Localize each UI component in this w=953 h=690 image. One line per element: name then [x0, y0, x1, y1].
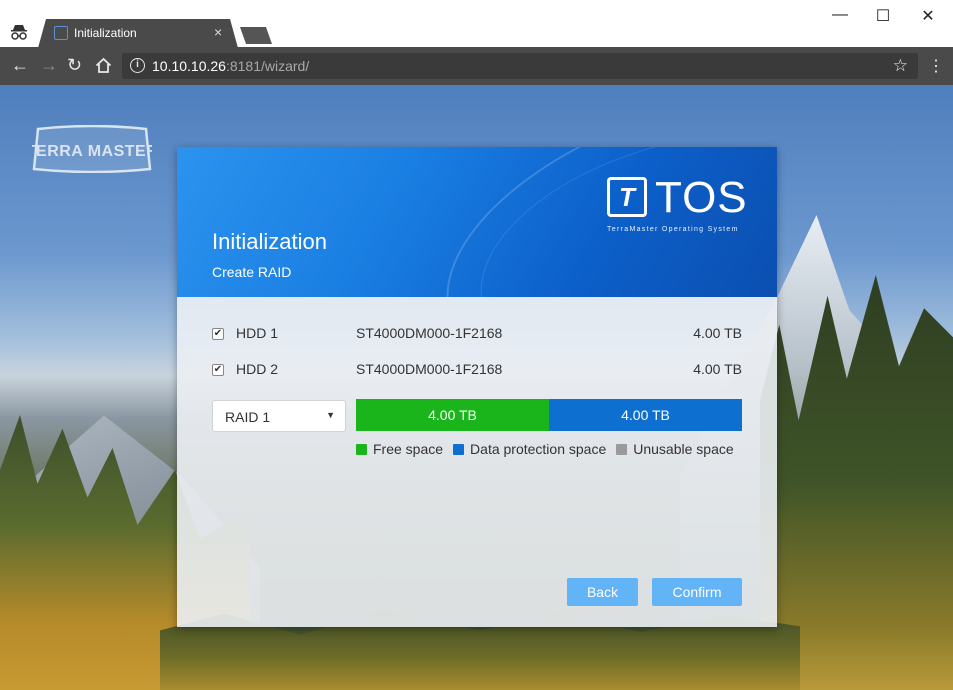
site-info-icon[interactable]: i: [130, 58, 145, 73]
reload-icon[interactable]: ↻: [67, 56, 82, 74]
legend-label-protection: Data protection space: [470, 441, 607, 457]
initialization-dialog: T TOS TerraMaster Operating System Initi…: [177, 147, 777, 627]
forward-arrow-icon[interactable]: →: [40, 56, 58, 74]
disk-checkbox-hdd1[interactable]: ✔: [212, 328, 224, 340]
minimize-button[interactable]: —: [817, 6, 863, 24]
url-text: 10.10.10.26:8181/wizard/: [152, 58, 309, 74]
disk-model: ST4000DM000-1F2168: [356, 361, 503, 377]
new-tab-button[interactable]: [240, 27, 272, 44]
address-bar[interactable]: i 10.10.10.26:8181/wizard/ ☆: [122, 53, 918, 79]
capacity-segment-free: 4.00 TB: [356, 399, 549, 431]
legend-label-unusable: Unusable space: [633, 441, 734, 457]
tos-logo-letter: T: [619, 182, 635, 212]
legend-item-protection: Data protection space: [453, 440, 606, 458]
browser-toolbar: ← → ↻ i 10.10.10.26:8181/wizard/ ☆ ⋮: [0, 47, 953, 85]
tos-logo-icon: T: [607, 177, 647, 217]
close-window-button[interactable]: ✕: [905, 6, 951, 26]
disk-row-hdd1: ✔ HDD 1 ST4000DM000-1F2168 4.00 TB: [212, 325, 742, 345]
dialog-title: Initialization: [212, 229, 327, 254]
browser-tab-initialization[interactable]: Initialization ×: [38, 19, 238, 48]
bookmark-star-icon[interactable]: ☆: [893, 56, 908, 76]
raid-level-value: RAID 1: [225, 409, 271, 425]
legend-swatch-unusable: [616, 443, 628, 455]
back-button[interactable]: Back: [567, 578, 638, 606]
disk-size: 4.00 TB: [693, 325, 742, 341]
disk-name: HDD 2: [236, 361, 279, 377]
raid-level-select[interactable]: RAID 1 ▼: [212, 400, 346, 432]
capacity-legend: Free space Data protection space Unusabl…: [356, 440, 744, 458]
disk-name: HDD 1: [236, 325, 279, 341]
legend-swatch-free: [356, 443, 367, 455]
disk-model: ST4000DM000-1F2168: [356, 325, 503, 341]
maximize-button[interactable]: ☐: [860, 6, 906, 26]
page-favicon-icon: [54, 26, 68, 40]
home-icon[interactable]: [95, 57, 112, 74]
browser-titlebar: Initialization × — ☐ ✕: [0, 0, 953, 48]
disk-row-hdd2: ✔ HDD 2 ST4000DM000-1F2168 4.00 TB: [212, 361, 742, 381]
capacity-bar: 4.00 TB 4.00 TB: [356, 399, 742, 431]
tos-tagline: TerraMaster Operating System: [607, 226, 739, 233]
dropdown-arrow-icon: ▼: [326, 410, 335, 420]
tos-logo-text: TOS: [655, 173, 748, 222]
disk-size: 4.00 TB: [693, 361, 742, 377]
url-path: :8181/wizard/: [225, 58, 310, 74]
browser-menu-icon[interactable]: ⋮: [928, 56, 944, 76]
disk-checkbox-hdd2[interactable]: ✔: [212, 364, 224, 376]
incognito-icon: [11, 25, 27, 40]
legend-label-free: Free space: [373, 441, 444, 457]
tab-title: Initialization: [74, 26, 137, 40]
tab-close-icon[interactable]: ×: [214, 24, 222, 40]
legend-item-free: Free space: [356, 440, 443, 458]
svg-text:TERRA MASTER: TERRA MASTER: [32, 143, 152, 160]
dialog-header: T TOS TerraMaster Operating System Initi…: [177, 147, 777, 297]
confirm-button[interactable]: Confirm: [652, 578, 742, 606]
terramaster-logo: TERRA MASTER: [32, 125, 152, 173]
legend-swatch-protection: [453, 443, 465, 455]
legend-item-unusable: Unusable space: [616, 440, 734, 458]
capacity-segment-protection: 4.00 TB: [549, 399, 742, 431]
url-host: 10.10.10.26: [152, 58, 226, 74]
back-arrow-icon[interactable]: ←: [11, 56, 29, 74]
dialog-subtitle: Create RAID: [212, 264, 292, 280]
